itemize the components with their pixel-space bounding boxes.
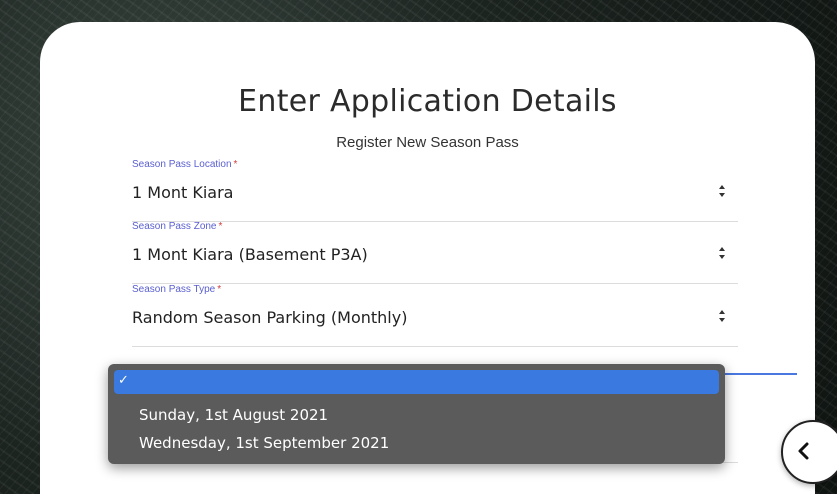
season-pass-location-select[interactable]: Season Pass Location * 1 Mont Kiara [132, 159, 738, 222]
season-pass-type-select[interactable]: Season Pass Type * Random Season Parking … [132, 284, 738, 347]
field-label-text: Season Pass Zone [132, 221, 217, 232]
checkmark-icon: ✓ [118, 373, 129, 388]
dropdown-option[interactable]: Sunday, 1st August 2021 [114, 402, 719, 426]
field-label: Season Pass Location * [132, 159, 237, 170]
season-pass-zone-select[interactable]: Season Pass Zone * 1 Mont Kiara (Basement… [132, 221, 738, 284]
field-label: Season Pass Type * [132, 284, 221, 295]
up-down-arrows-icon [718, 183, 726, 199]
field-label-text: Season Pass Location [132, 159, 232, 170]
field-label-text: Season Pass Type [132, 284, 216, 295]
page-title: Enter Application Details [238, 84, 617, 119]
dropdown-option-empty[interactable]: ✓ [114, 370, 719, 394]
dropdown-option-label: Sunday, 1st August 2021 [139, 406, 329, 424]
dropdown-option[interactable]: Wednesday, 1st September 2021 [114, 430, 719, 454]
start-date-dropdown-menu[interactable]: ✓ Sunday, 1st August 2021 Wednesday, 1st… [108, 364, 725, 464]
field-value: 1 Mont Kiara (Basement P3A) [132, 245, 368, 264]
page-subtitle: Register New Season Pass [336, 134, 519, 151]
up-down-arrows-icon [718, 308, 726, 324]
required-marker: * [233, 159, 238, 170]
dropdown-option-label: Wednesday, 1st September 2021 [139, 434, 390, 452]
chevron-left-icon [798, 442, 809, 460]
field-value: 1 Mont Kiara [132, 183, 234, 202]
collapse-panel-button[interactable] [781, 420, 837, 484]
required-marker: * [217, 284, 222, 295]
required-marker: * [218, 221, 223, 232]
up-down-arrows-icon [718, 245, 726, 261]
field-label: Season Pass Zone * [132, 221, 222, 232]
field-value: Random Season Parking (Monthly) [132, 308, 408, 327]
